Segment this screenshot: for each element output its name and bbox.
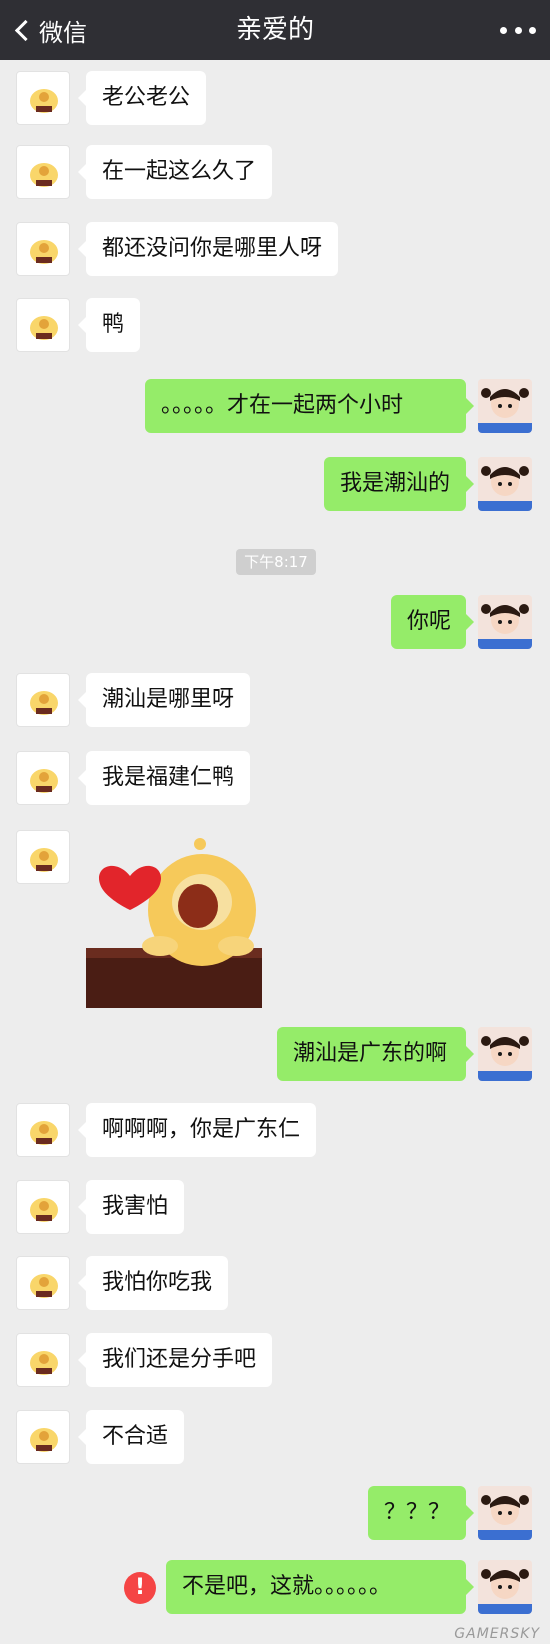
message-bubble-received[interactable]: 我是福建仁鸭 xyxy=(77,751,251,805)
message-bubble-sent[interactable]: 潮汕是广东的啊 xyxy=(277,1027,474,1081)
message-bubble-received[interactable]: 鸭 xyxy=(77,298,141,352)
message-bubble-received[interactable]: 我们还是分手吧 xyxy=(77,1333,273,1387)
message-row: 我们还是分手吧 xyxy=(0,1333,550,1389)
message-row: 我害怕 xyxy=(0,1180,550,1236)
message-row: 我怕你吃我 xyxy=(0,1256,550,1312)
message-row: ？？？ xyxy=(0,1486,550,1542)
contact-avatar[interactable] xyxy=(16,298,70,352)
message-bubble-sent[interactable]: ？？？ xyxy=(368,1486,474,1540)
user-avatar[interactable] xyxy=(478,379,532,433)
message-row: 鸭 xyxy=(0,298,550,354)
contact-avatar[interactable] xyxy=(16,222,70,276)
message-row: 老公老公 xyxy=(0,71,550,127)
dot xyxy=(529,26,536,34)
message-bubble-sent[interactable]: 我是潮汕的 xyxy=(324,457,474,511)
message-bubble-received[interactable]: 潮汕是哪里呀 xyxy=(77,673,251,727)
message-row: 都还没问你是哪里人呀 xyxy=(0,222,550,278)
contact-avatar[interactable] xyxy=(16,751,70,805)
more-dots-icon[interactable] xyxy=(500,15,536,45)
message-bubble-sent[interactable]: 不是吧，这就。。。。。。 xyxy=(166,1560,474,1614)
message-bubble-received[interactable]: 不合适 xyxy=(77,1410,185,1464)
message-bubble-received[interactable]: 我害怕 xyxy=(77,1180,185,1234)
contact-avatar[interactable] xyxy=(16,1103,70,1157)
message-row: 我是潮汕的 xyxy=(0,457,550,513)
message-row: 潮汕是哪里呀 xyxy=(0,673,550,729)
watermark: GAMERSKY xyxy=(454,1626,540,1642)
chat-screen: 微信 亲爱的 老公老公 在一起这么久了 都还没问你是哪里人呀 鸭 。。。。。才在… xyxy=(0,0,550,1644)
contact-avatar[interactable] xyxy=(16,71,70,125)
user-avatar[interactable] xyxy=(478,1486,532,1540)
contact-avatar[interactable] xyxy=(16,1180,70,1234)
message-row: 在一起这么久了 xyxy=(0,145,550,201)
message-row: 你呢 xyxy=(0,595,550,651)
message-row: 啊啊啊，你是广东仁 xyxy=(0,1103,550,1159)
dot xyxy=(500,26,507,34)
message-row: 不是吧，这就。。。。。。 xyxy=(0,1560,550,1616)
user-avatar[interactable] xyxy=(478,595,532,649)
message-bubble-received[interactable]: 老公老公 xyxy=(77,71,207,125)
message-timestamp: 下午8:17 xyxy=(236,549,316,575)
message-bubble-received[interactable]: 都还没问你是哪里人呀 xyxy=(77,222,339,276)
contact-avatar[interactable] xyxy=(16,830,70,884)
message-bubble-received[interactable]: 我怕你吃我 xyxy=(77,1256,229,1310)
contact-avatar[interactable] xyxy=(16,1333,70,1387)
message-row: 潮汕是广东的啊 xyxy=(0,1027,550,1083)
message-row: 。。。。。才在一起两个小时 xyxy=(0,379,550,435)
user-avatar[interactable] xyxy=(478,1560,532,1614)
contact-avatar[interactable] xyxy=(16,1410,70,1464)
message-bubble-received[interactable]: 在一起这么久了 xyxy=(77,145,273,199)
message-row: 我是福建仁鸭 xyxy=(0,751,550,807)
message-bubble-sent[interactable]: 。。。。。才在一起两个小时 xyxy=(145,379,474,433)
sticker-image[interactable] xyxy=(86,830,262,1008)
dot xyxy=(514,26,522,34)
message-bubble-received[interactable]: 啊啊啊，你是广东仁 xyxy=(77,1103,317,1157)
contact-avatar[interactable] xyxy=(16,673,70,727)
user-avatar[interactable] xyxy=(478,1027,532,1081)
message-row: 不合适 xyxy=(0,1410,550,1466)
message-bubble-sent[interactable]: 你呢 xyxy=(391,595,474,649)
contact-avatar[interactable] xyxy=(16,145,70,199)
chat-header: 微信 亲爱的 xyxy=(0,0,550,60)
chat-title: 亲爱的 xyxy=(235,15,314,45)
contact-avatar[interactable] xyxy=(16,1256,70,1310)
exclamation-circle-icon[interactable]: ! xyxy=(124,1572,156,1604)
message-row xyxy=(0,830,550,1010)
user-avatar[interactable] xyxy=(478,457,532,511)
